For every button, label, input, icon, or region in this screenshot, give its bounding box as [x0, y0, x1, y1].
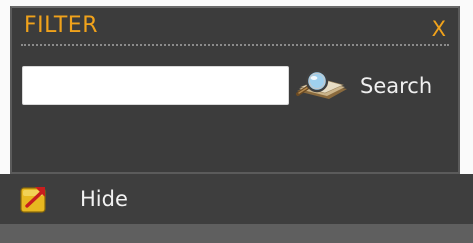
title-divider: [21, 44, 449, 46]
footer: Hide: [0, 174, 473, 243]
collapse-arrow-icon: [20, 187, 46, 213]
search-button[interactable]: Search: [294, 70, 432, 102]
search-input[interactable]: [22, 66, 289, 105]
filter-panel: FILTER X Search: [10, 6, 460, 174]
bottom-strip: [0, 224, 473, 243]
hide-button[interactable]: Hide: [0, 174, 473, 224]
magnifier-over-papers-icon: [296, 70, 347, 99]
filter-widget: FILTER X Search Hide: [0, 0, 473, 243]
panel-title: FILTER: [24, 13, 98, 38]
hide-label: Hide: [80, 187, 128, 211]
close-button[interactable]: X: [432, 18, 446, 40]
search-button-label: Search: [360, 74, 433, 98]
